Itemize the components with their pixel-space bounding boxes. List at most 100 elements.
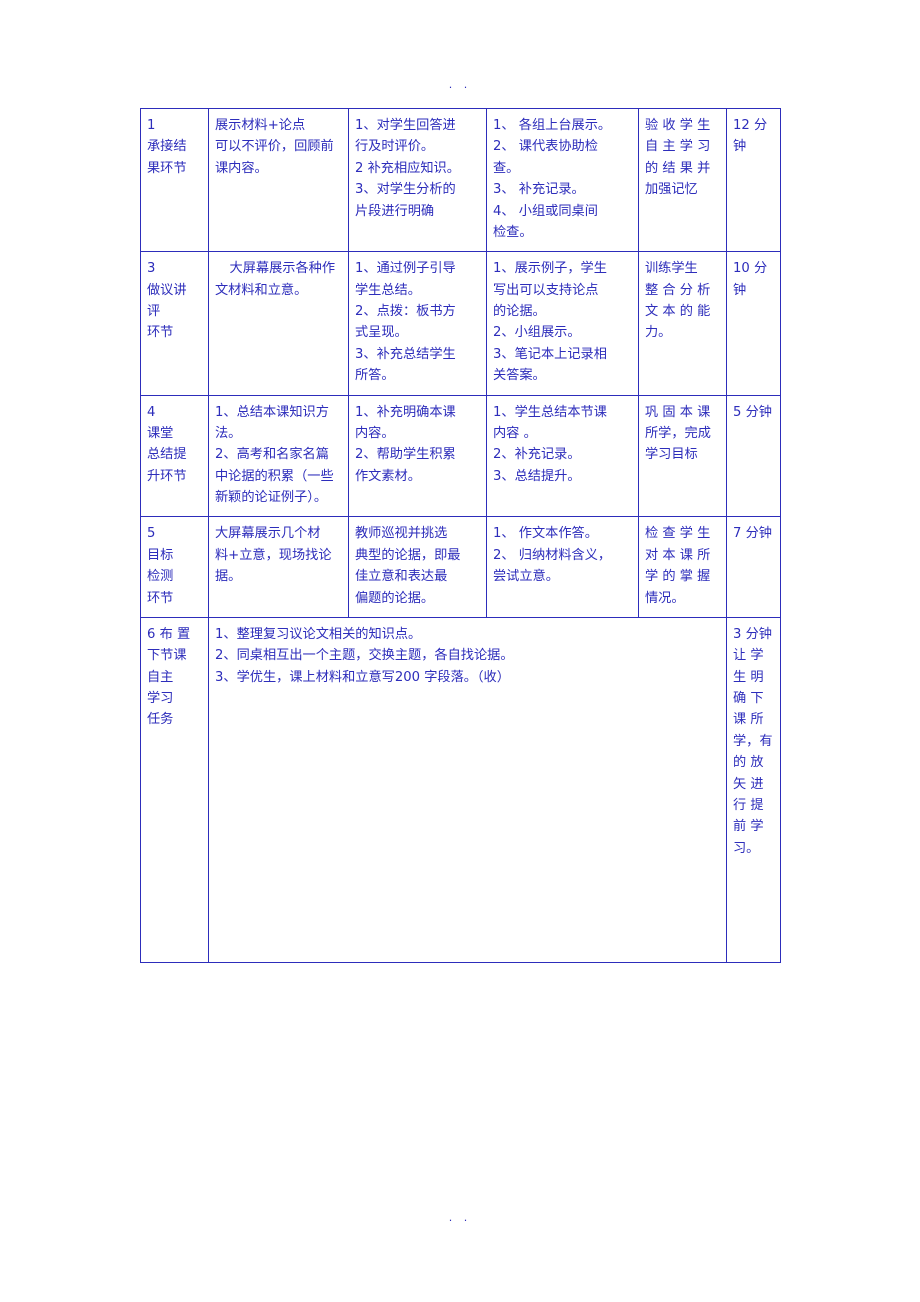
text-line: 1、总结本课知识方 <box>215 404 329 420</box>
text-line: 2 补充相应知识。 <box>355 160 460 176</box>
text-line: 作文素材。 <box>355 468 421 484</box>
teaching-method-cell: 1、对学生回答进 行及时评价。 2 补充相应知识。 3、对学生分析的 片段进行明… <box>348 107 487 253</box>
text-line: 式呈现。 <box>355 325 408 341</box>
text-line: 1、展示例子，学生 <box>493 261 607 277</box>
text-line: 中论据的积累（一些 <box>215 468 334 484</box>
row-stage-line: 评 <box>147 304 161 319</box>
row-stage-line: 课堂 <box>147 425 174 441</box>
text-line: 佳立意和表达最 <box>355 569 448 585</box>
text-line: 3、总结提升。 <box>493 468 581 484</box>
row-stage-line: 果环节 <box>147 160 187 176</box>
text-line: 查。 <box>493 160 520 176</box>
row-stage-line: 总结提 <box>147 447 187 463</box>
text-line: 整 合 分 析 <box>645 282 711 298</box>
page-header-mark: . . <box>448 78 472 91</box>
text-line: 4、 小组或同桌间 <box>493 203 598 219</box>
teaching-method-cell: 1、通过例子引导 学生总结。 2、点拨：板书方 式呈现。 3、补充总结学生 所答… <box>348 251 487 396</box>
student-activity-cell: 1、学生总结本节课 内容 。 2、补充记录。 3、总结提升。 <box>486 394 639 518</box>
text-line: 内容 。 <box>493 425 537 441</box>
text-line: 1、 作文本作答。 <box>493 526 598 542</box>
text-line: 新颖的论证例子）。 <box>215 490 328 505</box>
text-line: 的 结 果 并 <box>645 160 711 176</box>
text-line: 2、补充记录。 <box>493 447 581 463</box>
text-line: 2、小组展示。 <box>493 325 581 341</box>
text-line: 大屏幕展示各种作 <box>229 261 336 277</box>
text-line: 的 放 <box>733 755 764 771</box>
row-stage-cell: 3 做议讲 评 环节 <box>140 251 209 396</box>
text-line: 据。 <box>215 569 242 585</box>
design-intent-cell: 巩 固 本 课 所学，完成 学习目标 <box>638 394 727 518</box>
text-line: 偏题的论据。 <box>355 590 435 606</box>
text-line: 2、高考和名家名篇 <box>215 447 329 463</box>
table-row: 4 课堂 总结提 升环节 1、总结本课知识方 法。 2、高考和名家名篇 中论据的… <box>140 394 781 518</box>
text-line: 写出可以支持论点 <box>493 282 599 298</box>
table-row: 5 目标 检测 环节 大屏幕展示几个材 料+立意，现场找论 据。 教师巡视并挑选… <box>140 516 781 618</box>
time-cell: 7 分钟 <box>726 516 781 618</box>
text-line: 巩 固 本 课 <box>645 404 711 420</box>
time-cell: 12 分 钟 <box>726 107 781 253</box>
text-line: 文 本 的 能 <box>645 304 711 319</box>
text-line: 文材料和立意。 <box>215 282 308 298</box>
design-intent-cell: 验 收 学 生 自 主 学 习 的 结 果 并 加强记忆 <box>638 107 727 253</box>
text-line: 确 下 <box>733 691 764 706</box>
row-number: 3 <box>147 261 156 277</box>
text-line: 加强记忆 <box>645 182 698 198</box>
teacher-activity-cell: 大屏幕展示各种作 文材料和立意。 <box>208 251 349 396</box>
table-row: 3 做议讲 评 环节 大屏幕展示各种作 文材料和立意。 1、通过例子引导 学生总… <box>140 251 781 396</box>
page-footer-mark: . . <box>448 1211 472 1224</box>
homework-content-cell: 1、整理复习议论文相关的知识点。 2、同桌相互出一个主题，交换主题，各自找论据。… <box>208 616 727 963</box>
row-stage-line: 下节课 <box>147 648 187 664</box>
student-activity-cell: 1、 各组上台展示。 2、 课代表协助检 查。 3、 补充记录。 4、 小组或同… <box>486 107 639 253</box>
row-stage-cell: 6 布 置 下节课 自主 学习 任务 <box>140 616 209 963</box>
text-line: 课内容。 <box>215 160 268 176</box>
text-line: 所答。 <box>355 368 395 384</box>
text-line: 所学，完成 <box>645 425 711 441</box>
row-stage-line: 学习 <box>147 691 174 706</box>
text-line: 3、补充总结学生 <box>355 346 456 362</box>
row-number: 6 布 置 <box>147 626 191 642</box>
text-line: 检查。 <box>493 224 533 240</box>
row-stage-line: 环节 <box>147 590 174 606</box>
row-number: 1 <box>147 118 156 133</box>
text-line: 3、笔记本上记录相 <box>493 346 607 362</box>
text-line: 片段进行明确 <box>355 203 435 219</box>
text-line: 3 分钟 <box>733 626 772 642</box>
row-stage-line: 承接结 <box>147 139 187 155</box>
text-line: 1、整理复习议论文相关的知识点。 <box>215 626 422 642</box>
table-row: 1 承接结 果环节 展示材料+论点 可以不评价，回顾前 课内容。 1、对学生回答… <box>140 107 781 253</box>
row-number: 4 <box>147 404 156 420</box>
text-line: 习。 <box>733 840 760 856</box>
time-cell: 10 分 钟 <box>726 251 781 396</box>
time-cell: 5 分钟 <box>726 394 781 518</box>
text-line: 3、对学生分析的 <box>355 182 456 198</box>
text-line: 典型的论据，即最 <box>355 547 461 563</box>
teaching-method-cell: 1、补充明确本课 内容。 2、帮助学生积累 作文素材。 <box>348 394 487 518</box>
text-line: 学 的 掌 握 <box>645 569 711 585</box>
text-line: 让 学 <box>733 648 764 664</box>
text-line: 2、 课代表协助检 <box>493 139 598 155</box>
text-line: 料+立意，现场找论 <box>215 547 332 563</box>
text-line: 课 所 <box>733 712 764 728</box>
text-line: 行 提 <box>733 797 764 813</box>
text-line: 1、对学生回答进 <box>355 118 456 133</box>
design-intent-cell: 检 查 学 生 对 本 课 所 学 的 掌 握 情况。 <box>638 516 727 618</box>
row-stage-line: 检测 <box>147 569 174 585</box>
row-stage-line: 升环节 <box>147 468 187 484</box>
table-row-homework: 6 布 置 下节课 自主 学习 任务 1、整理复习议论文相关的知识点。 2、同桌… <box>140 616 781 963</box>
lesson-plan-table: 1 承接结 果环节 展示材料+论点 可以不评价，回顾前 课内容。 1、对学生回答… <box>140 107 781 963</box>
text-line: 展示材料+论点 <box>215 118 306 133</box>
text-line: 的论据。 <box>493 304 546 319</box>
document-page: . . 1 承接结 果环节 展示材料+论点 可以不评价，回顾前 课内容。 1、对… <box>0 0 920 1302</box>
text-line: 情况。 <box>645 590 685 606</box>
row-stage-line: 目标 <box>147 547 174 563</box>
text-line: 生 明 <box>733 669 764 685</box>
text-line: 教师巡视并挑选 <box>355 526 448 542</box>
teacher-activity-cell: 大屏幕展示几个材 料+立意，现场找论 据。 <box>208 516 349 618</box>
text-line: 2、 归纳材料含义， <box>493 547 612 563</box>
text-line: 3、 补充记录。 <box>493 182 585 198</box>
text-line: 矢 进 <box>733 776 764 792</box>
text-line: 1、学生总结本节课 <box>493 404 607 420</box>
text-line: 2、同桌相互出一个主题，交换主题，各自找论据。 <box>215 648 514 664</box>
text-line: 可以不评价，回顾前 <box>215 139 334 155</box>
text-line: 关答案。 <box>493 368 546 384</box>
